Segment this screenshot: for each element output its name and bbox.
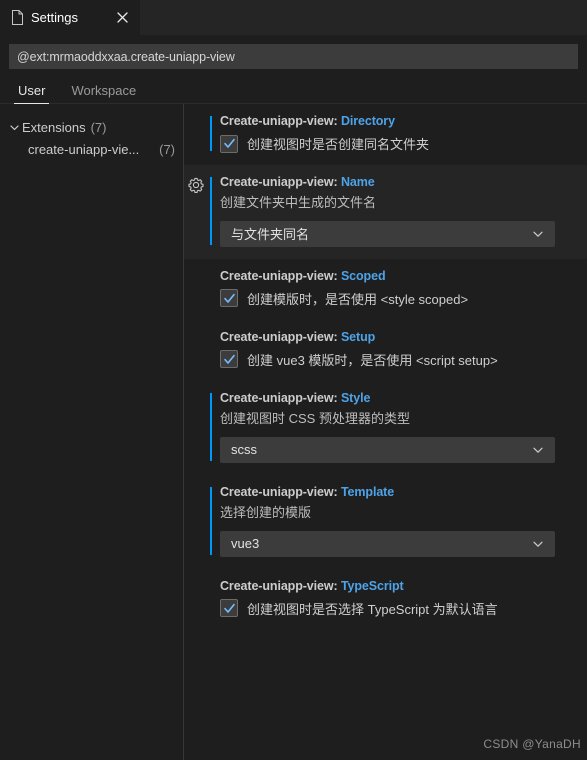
chevron-down-icon: [530, 442, 546, 458]
setting-title-key: TypeScript: [340, 578, 404, 593]
setting-title-key: Directory: [340, 114, 395, 128]
settings-toc-tree: Extensions (7) create-uniapp-vie... (7): [0, 104, 184, 760]
checkbox-label-directory: 创建视图时是否创建同名文件夹: [247, 137, 430, 152]
setting-description-template: 选择创建的模版: [220, 504, 312, 520]
dropdown-style-value: scss: [231, 442, 257, 458]
setting-title-prefix: Create-uniapp-view:: [220, 329, 341, 344]
tab-workspace-label: Workspace: [71, 83, 137, 98]
gear-icon[interactable]: [188, 177, 204, 193]
dropdown-template-value: vue3: [231, 536, 260, 552]
dropdown-name-value: 与文件夹同名: [231, 227, 310, 243]
tree-item-extensions-count: (7): [90, 119, 107, 135]
settings-search-area: @ext:mrmaoddxxaa.create-uniapp-view: [0, 35, 587, 69]
setting-description-name: 创建文件夹中生成的文件名: [220, 195, 377, 210]
settings-scope-tabs: User Workspace: [0, 69, 587, 104]
checkbox-typescript[interactable]: [220, 599, 238, 618]
chevron-down-icon: [530, 226, 546, 242]
checkbox-label-setup: 创建 vue3 模版时，是否使用 <script setup>: [247, 352, 498, 368]
search-input[interactable]: @ext:mrmaoddxxaa.create-uniapp-view: [9, 44, 578, 69]
settings-editor: Settings @ext:mrmaoddxxaa.create-uniapp-…: [0, 0, 587, 760]
file-icon: [11, 10, 24, 25]
setting-row-name[interactable]: Create-uniapp-view: Name 创建文件夹中生成的文件名 与文…: [184, 165, 587, 259]
dropdown-style[interactable]: scss: [220, 436, 555, 463]
setting-row-typescript[interactable]: Create-uniapp-view: TypeScript 创建视图时是否选择…: [184, 569, 587, 630]
tree-item-create-uniapp-view[interactable]: create-uniapp-vie... (7): [0, 138, 183, 160]
setting-title-scoped: Create-uniapp-view: Scoped: [220, 269, 587, 283]
setting-title-template: Create-uniapp-view: Template: [220, 485, 587, 499]
editor-tab-settings[interactable]: Settings: [0, 0, 141, 35]
tree-item-create-uniapp-view-label: create-uniapp-vie...: [28, 141, 140, 157]
setting-title-prefix: Create-uniapp-view:: [220, 175, 341, 189]
checkbox-label-scoped: 创建模版时，是否使用 <style scoped>: [247, 291, 469, 307]
setting-description-style: 创建视图时 CSS 预处理器的类型: [220, 410, 410, 426]
dropdown-name[interactable]: 与文件夹同名: [220, 220, 555, 247]
editor-tab-bar: Settings: [0, 0, 587, 35]
checkbox-scoped[interactable]: [220, 289, 238, 308]
setting-title-key: Template: [340, 484, 395, 499]
setting-title-style: Create-uniapp-view: Style: [220, 391, 587, 405]
setting-row-setup[interactable]: Create-uniapp-view: Setup 创建 vue3 模版时，是否…: [184, 320, 587, 381]
checkbox-directory[interactable]: [220, 134, 238, 153]
setting-title-name: Create-uniapp-view: Name: [220, 175, 587, 189]
setting-title-prefix: Create-uniapp-view:: [220, 484, 341, 499]
setting-title-key: Setup: [340, 329, 376, 344]
setting-checkbox-row-scoped[interactable]: 创建模版时，是否使用 <style scoped>: [220, 289, 587, 308]
setting-checkbox-row-typescript[interactable]: 创建视图时是否选择 TypeScript 为默认语言: [220, 599, 587, 618]
tab-user[interactable]: User: [14, 83, 50, 104]
setting-title-directory: Create-uniapp-view: Directory: [220, 114, 587, 128]
tab-user-label: User: [18, 83, 46, 98]
setting-title-prefix: Create-uniapp-view:: [220, 390, 341, 405]
setting-title-prefix: Create-uniapp-view:: [220, 114, 341, 128]
chevron-down-icon[interactable]: [6, 119, 22, 135]
setting-checkbox-row-setup[interactable]: 创建 vue3 模版时，是否使用 <script setup>: [220, 350, 587, 369]
chevron-down-icon: [530, 536, 546, 552]
tree-item-create-uniapp-view-count: (7): [159, 141, 175, 157]
close-icon[interactable]: [113, 9, 131, 27]
setting-title-prefix: Create-uniapp-view:: [220, 578, 341, 593]
setting-title-typescript: Create-uniapp-view: TypeScript: [220, 579, 587, 593]
checkbox-setup[interactable]: [220, 350, 238, 369]
search-input-value: @ext:mrmaoddxxaa.create-uniapp-view: [17, 49, 235, 64]
setting-title-key: Style: [340, 390, 371, 405]
tree-item-extensions[interactable]: Extensions (7): [0, 116, 183, 138]
editor-tab-label: Settings: [31, 10, 78, 25]
setting-row-directory[interactable]: Create-uniapp-view: Directory 创建视图时是否创建同…: [184, 104, 587, 165]
setting-title-key: Name: [340, 175, 375, 189]
settings-list[interactable]: Create-uniapp-view: Directory 创建视图时是否创建同…: [184, 104, 587, 760]
setting-title-key: Scoped: [340, 268, 386, 283]
setting-row-template[interactable]: Create-uniapp-view: Template 选择创建的模版 vue…: [184, 475, 587, 569]
setting-title-prefix: Create-uniapp-view:: [220, 268, 341, 283]
tab-workspace[interactable]: Workspace: [67, 83, 140, 104]
settings-body: Extensions (7) create-uniapp-vie... (7) …: [0, 104, 587, 760]
setting-checkbox-row-directory[interactable]: 创建视图时是否创建同名文件夹: [220, 134, 587, 153]
tree-item-extensions-label: Extensions: [22, 119, 86, 135]
checkbox-label-typescript: 创建视图时是否选择 TypeScript 为默认语言: [247, 601, 498, 617]
setting-row-style[interactable]: Create-uniapp-view: Style 创建视图时 CSS 预处理器…: [184, 381, 587, 475]
setting-title-setup: Create-uniapp-view: Setup: [220, 330, 587, 344]
dropdown-template[interactable]: vue3: [220, 530, 555, 557]
setting-row-scoped[interactable]: Create-uniapp-view: Scoped 创建模版时，是否使用 <s…: [184, 259, 587, 320]
